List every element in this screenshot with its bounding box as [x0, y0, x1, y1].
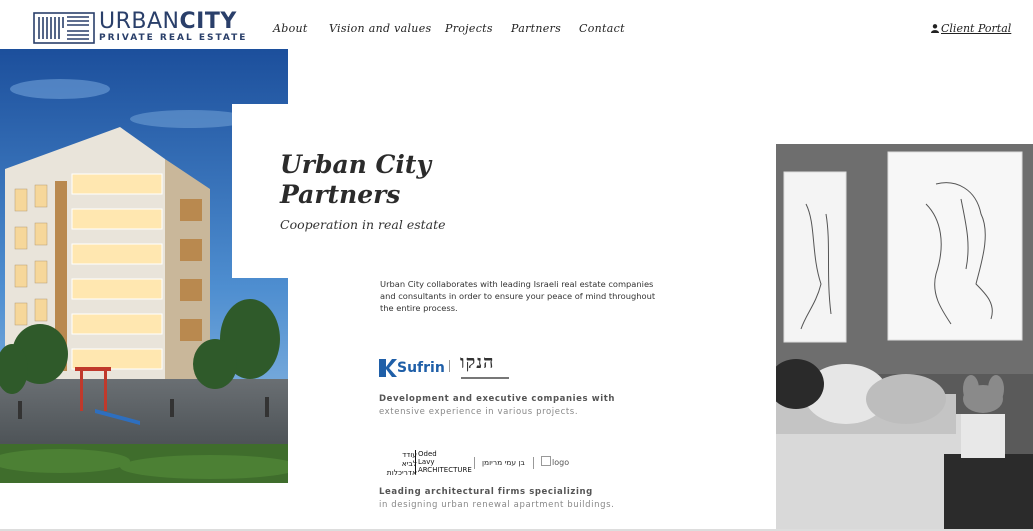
brand-tagline: PRIVATE REAL ESTATE	[99, 33, 248, 43]
nav-item-about[interactable]: About	[273, 22, 308, 35]
logo-divider	[449, 360, 450, 372]
oded-lavy-english-logo: Oded Lavy ARCHITECTURE	[418, 450, 472, 474]
oded-eng-line3: ARCHITECTURE	[418, 466, 472, 474]
architecture-description: Leading architectural firms specializing…	[379, 486, 614, 512]
oded-eng-line1: Oded	[418, 450, 437, 458]
page-title: Urban City Partners	[280, 150, 431, 210]
ben-ami-logo: בן עמי מריומן	[482, 458, 525, 467]
site-header: URBANCITY PRIVATE REAL ESTATE About Visi…	[0, 0, 1033, 49]
broken-logo-image: logo	[541, 456, 569, 467]
brand-name-bold: CITY	[179, 9, 237, 34]
brand-wordmark: URBANCITY	[99, 9, 237, 34]
development-text-line2: extensive experience in various projects…	[379, 407, 579, 417]
bedroom-photo	[776, 144, 1033, 531]
hanko-logo-underline	[461, 377, 509, 379]
urban-city-logo[interactable]: URBANCITY PRIVATE REAL ESTATE	[33, 9, 245, 46]
sufrin-logo-text: Sufrin	[397, 360, 445, 376]
hanko-logo: הנקו	[459, 352, 511, 382]
logo-divider	[533, 457, 534, 469]
client-portal-label: Client Portal	[941, 22, 1012, 35]
oded-heb-line1: עודד	[402, 450, 417, 459]
nav-item-projects[interactable]: Projects	[445, 22, 493, 35]
architecture-text-line1: Leading architectural firms specializing	[379, 487, 593, 497]
client-portal-link[interactable]: Client Portal	[931, 22, 1011, 35]
oded-heb-line2: לביא	[401, 459, 417, 468]
logo-mark-icon	[33, 12, 95, 44]
oded-lavy-hebrew-logo: עודד לביא אדריכלות	[379, 450, 417, 477]
architecture-text-line2: in designing urban renewal apartment bui…	[379, 500, 615, 510]
page-title-line1: Urban City	[280, 150, 432, 179]
page-title-line2: Partners	[280, 180, 401, 209]
nav-item-vision[interactable]: Vision and values	[329, 22, 431, 35]
oded-eng-line2: Lavy	[418, 458, 435, 466]
hanko-logo-text: הנקו	[460, 352, 495, 373]
oded-heb-line3: אדריכלות	[386, 468, 417, 477]
oded-logo-bar	[415, 450, 416, 474]
sufrin-logo: Sufrin	[379, 357, 445, 379]
page-subtitle: Cooperation in real estate	[280, 217, 446, 232]
broken-image-icon	[541, 456, 551, 466]
development-text-line1: Development and executive companies with	[379, 394, 616, 404]
development-description: Development and executive companies with…	[379, 393, 615, 419]
intro-paragraph: Urban City collaborates with leading Isr…	[380, 279, 656, 313]
broken-logo-alt: logo	[552, 458, 570, 467]
logo-divider	[474, 457, 475, 469]
brand-name-light: URBAN	[99, 9, 180, 34]
user-icon	[931, 24, 939, 33]
nav-item-contact[interactable]: Contact	[579, 22, 625, 35]
nav-item-partners[interactable]: Partners	[511, 22, 561, 35]
